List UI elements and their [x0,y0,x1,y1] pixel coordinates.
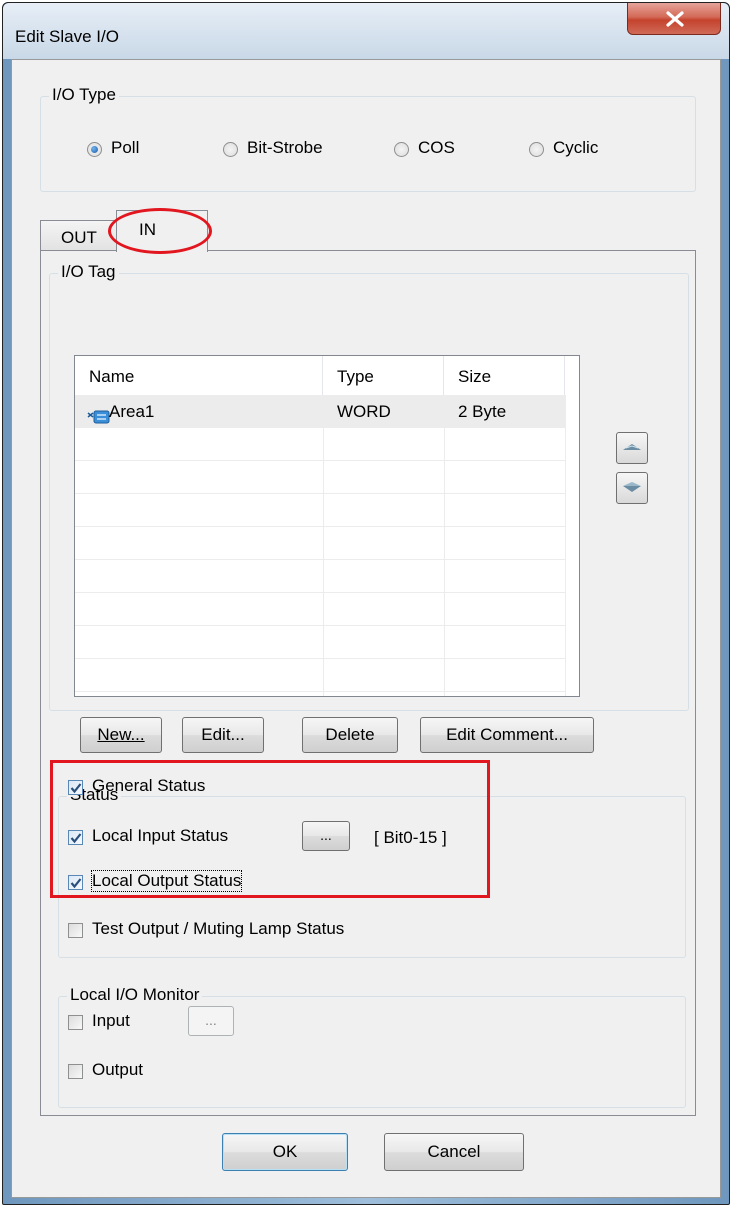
empty-row [75,494,565,527]
move-down-button[interactable] [616,472,648,504]
monitor-output-checkbox[interactable] [68,1064,83,1079]
window-title: Edit Slave I/O [15,27,119,46]
radio-bit-strobe[interactable] [223,142,238,157]
cancel-button[interactable]: Cancel [384,1133,524,1171]
monitor-output-label[interactable]: Output [92,1060,143,1080]
io-type-label: I/O Type [49,85,119,105]
column-divider [323,395,324,696]
empty-row [75,659,565,692]
empty-row [75,461,565,494]
radio-poll[interactable] [87,142,102,157]
monitor-input-label[interactable]: Input [92,1011,130,1031]
empty-row [75,428,565,461]
monitor-input-checkbox[interactable] [68,1015,83,1030]
close-button[interactable] [627,3,721,35]
move-up-icon [623,444,641,450]
tab-out-label: OUT [61,228,97,247]
radio-cyclic-label[interactable]: Cyclic [553,138,598,158]
test-output-status-label[interactable]: Test Output / Muting Lamp Status [92,919,344,939]
io-tag-list[interactable]: Name Type Size Area1 WORD 2 Byte [74,355,580,697]
radio-cos[interactable] [394,142,409,157]
column-header-type[interactable]: Type [323,356,444,395]
monitor-input-options-button[interactable]: ... [188,1006,234,1036]
io-tag-label: I/O Tag [58,262,119,282]
tab-out[interactable]: OUT [40,220,118,251]
edit-slave-io-dialog: Edit Slave I/O I/O Type Poll Bit-Strobe … [2,2,730,1205]
title-bar: Edit Slave I/O [3,3,729,59]
move-up-button[interactable] [616,432,648,464]
cell-type: WORD [337,402,391,421]
empty-row [75,560,565,593]
column-divider [565,395,566,696]
column-divider [444,395,445,696]
test-output-status-checkbox[interactable] [68,923,83,938]
close-icon [666,11,684,27]
column-header-name[interactable]: Name [75,356,323,395]
empty-row [75,527,565,560]
move-down-icon [623,482,641,492]
io-type-group: I/O Type Poll Bit-Strobe COS Cyclic [40,85,696,192]
edit-button[interactable]: Edit... [182,717,264,753]
table-row[interactable]: Area1 WORD 2 Byte [75,395,565,428]
local-io-monitor-label: Local I/O Monitor [67,985,203,1005]
edit-comment-button[interactable]: Edit Comment... [420,717,594,753]
cell-size: 2 Byte [458,402,507,421]
empty-row [75,626,565,659]
ok-button[interactable]: OK [222,1133,348,1171]
local-io-monitor-group: Local I/O Monitor [58,985,686,1108]
tag-icon [87,403,111,424]
delete-button[interactable]: Delete [302,717,398,753]
status-highlight-box [50,760,490,898]
cell-name: Area1 [109,402,155,421]
empty-row [75,593,565,626]
tab-in-highlight [108,208,212,254]
list-header: Name Type Size [75,356,579,395]
radio-poll-label[interactable]: Poll [111,138,139,158]
radio-cyclic[interactable] [529,142,544,157]
dialog-client-area: I/O Type Poll Bit-Strobe COS Cyclic OUT … [11,59,721,1198]
radio-cos-label[interactable]: COS [418,138,455,158]
column-header-size[interactable]: Size [444,356,565,395]
new-button[interactable]: New... [80,717,162,753]
radio-bit-strobe-label[interactable]: Bit-Strobe [247,138,323,158]
